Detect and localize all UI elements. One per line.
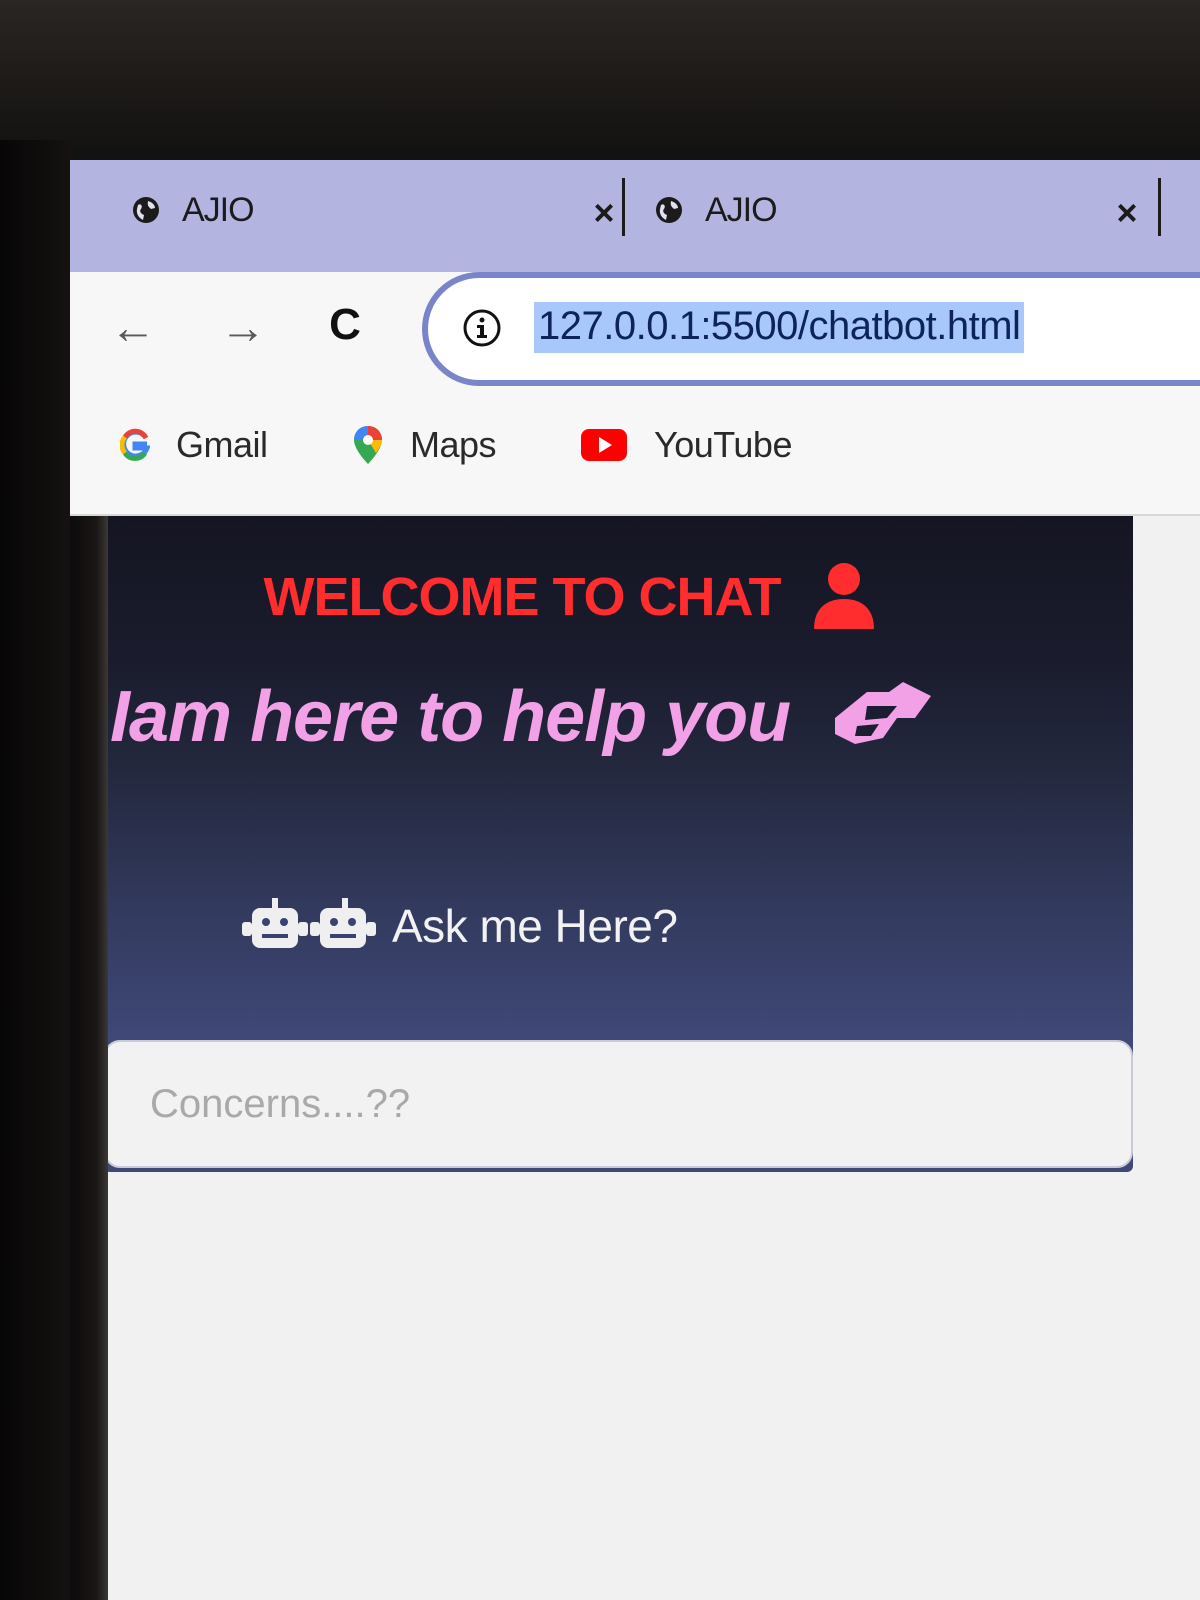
help-heading: Iam here to help you [110, 676, 1150, 758]
bookmark-label: Maps [410, 424, 497, 465]
url-text[interactable]: 127.0.0.1:5500/chatbot.html [534, 302, 1025, 353]
tab-ajio-1[interactable]: AJIO × [132, 180, 622, 240]
welcome-text: WELCOME TO CHAT [263, 567, 782, 627]
bookmark-label: Gmail [176, 424, 268, 465]
site-info-icon[interactable] [462, 308, 502, 348]
page-content: WELCOME TO CHAT Iam here to help you Ask… [70, 516, 1200, 1600]
google-icon [120, 428, 150, 461]
screen-edge-shadow [70, 516, 108, 1600]
ask-text: Ask me Here? [392, 900, 678, 952]
user-icon [814, 562, 875, 629]
tab-close-button[interactable]: × [586, 192, 622, 234]
bookmark-maps[interactable]: Maps [352, 420, 497, 470]
concerns-input[interactable] [104, 1040, 1133, 1168]
maps-pin-icon [354, 426, 382, 464]
tab-separator [622, 178, 625, 236]
welcome-heading: WELCOME TO CHAT [70, 562, 1070, 631]
browser-toolbar: ← → C 127.0.0.1:5500/chatbot.html [70, 272, 1200, 394]
youtube-icon [581, 429, 627, 461]
address-bar[interactable]: 127.0.0.1:5500/chatbot.html [422, 272, 1200, 386]
help-text: Iam here to help you [110, 677, 791, 757]
tab-ajio-2[interactable]: AJIO × [655, 180, 1145, 240]
page-background-right [1133, 516, 1200, 1176]
bookmark-gmail[interactable]: Gmail [120, 420, 268, 470]
back-button[interactable]: ← [108, 300, 158, 354]
globe-icon [133, 197, 159, 223]
tab-strip: AJIO × AJIO × [70, 160, 1200, 272]
tab-close-button[interactable]: × [1109, 192, 1145, 234]
monitor-bezel-top [0, 0, 1200, 165]
tab-separator [1158, 178, 1161, 236]
handshake-icon [835, 681, 932, 744]
bookmark-label: YouTube [654, 424, 792, 465]
bookmark-youtube[interactable]: YouTube [580, 420, 792, 470]
reload-button[interactable]: C [320, 300, 370, 350]
globe-icon [656, 197, 682, 223]
monitor-bezel-left [0, 140, 72, 1600]
tab-title: AJIO [182, 190, 255, 229]
forward-button[interactable]: → [218, 300, 268, 354]
bookmarks-bar: Gmail Maps YouTube [70, 394, 1200, 516]
browser-window: AJIO × AJIO × ← → C 127.0.0.1:5500/chatb… [70, 160, 1200, 1600]
robot-icon [242, 898, 376, 948]
chat-panel: WELCOME TO CHAT Iam here to help you Ask… [70, 516, 1133, 1172]
ask-prompt: Ask me Here? [240, 896, 678, 956]
tab-title: AJIO [705, 190, 778, 229]
